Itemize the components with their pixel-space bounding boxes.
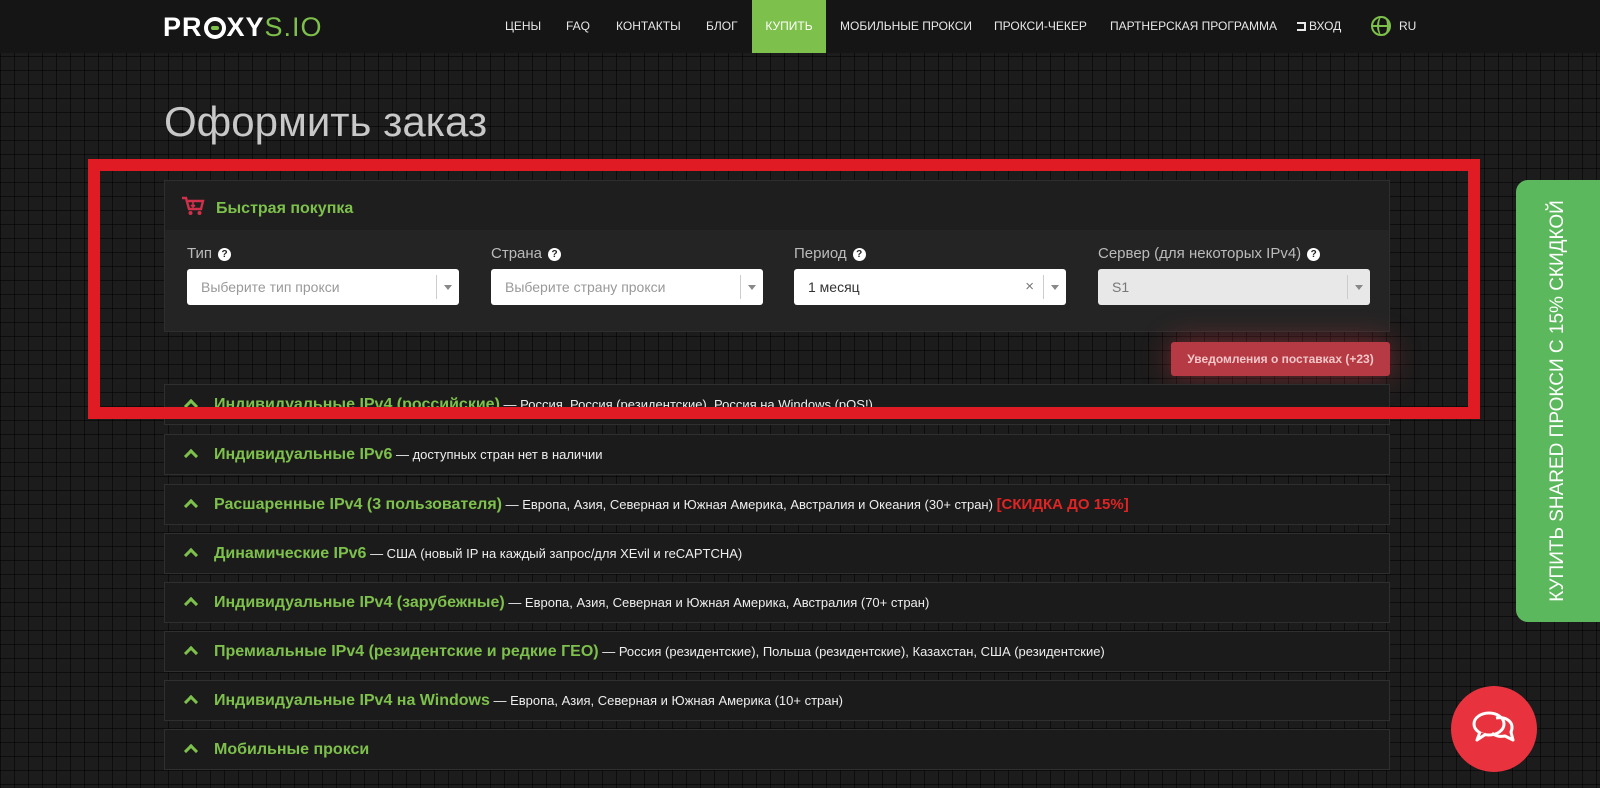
- logo-mask-icon: [203, 17, 226, 39]
- logo[interactable]: PR XY S.IO: [163, 12, 323, 42]
- category-title: Премиальные IPv4 (резидентские и редкие …: [214, 643, 599, 660]
- category-description: — доступных стран нет в наличии: [392, 447, 603, 462]
- nav-partner-program[interactable]: ПАРТНЕРСКАЯ ПРОГРАММА: [1110, 0, 1277, 53]
- chevron-up-icon: [183, 743, 199, 759]
- category-item[interactable]: Расшаренные IPv4 (3 пользователя) — Евро…: [164, 484, 1390, 525]
- highlight-frame: [88, 159, 1480, 419]
- logo-text-part2: XY: [226, 11, 265, 42]
- nav-faq[interactable]: FAQ: [566, 0, 590, 53]
- category-description: — Европа, Азия, Северная и Южная Америка…: [501, 497, 997, 512]
- category-line: Индивидуальные IPv4 (зарубежные) — Европ…: [214, 594, 929, 612]
- category-item[interactable]: Динамические IPv6 — США (новый IP на каж…: [164, 533, 1390, 574]
- discount-badge: [СКИДКА ДО 15%]: [996, 496, 1129, 513]
- chat-button[interactable]: [1451, 686, 1537, 772]
- globe-icon[interactable]: [1371, 16, 1391, 36]
- category-title: Расшаренные IPv4 (3 пользователя): [214, 496, 502, 513]
- category-line: Мобильные прокси: [214, 741, 369, 759]
- chevron-up-icon: [183, 547, 199, 563]
- logo-text-part3: S.IO: [264, 11, 323, 42]
- category-description: — Россия (резидентские), Польша (резиден…: [598, 644, 1105, 659]
- category-line: Расшаренные IPv4 (3 пользователя) — Евро…: [214, 496, 1129, 514]
- login-label: ВХОД: [1309, 19, 1342, 33]
- chevron-up-icon: [183, 596, 199, 612]
- logo-text-part1: PR: [163, 11, 203, 42]
- chat-icon: [1472, 711, 1515, 742]
- category-title: Мобильные прокси: [214, 741, 370, 758]
- category-item[interactable]: Индивидуальные IPv6 — доступных стран не…: [164, 434, 1390, 475]
- category-item[interactable]: Мобильные прокси: [164, 729, 1390, 770]
- chevron-up-icon: [183, 694, 199, 710]
- page-title: Оформить заказ: [164, 98, 488, 145]
- login-icon: [1297, 22, 1306, 31]
- category-item[interactable]: Премиальные IPv4 (резидентские и редкие …: [164, 631, 1390, 672]
- language-selector[interactable]: RU: [1399, 0, 1416, 53]
- category-line: Премиальные IPv4 (резидентские и редкие …: [214, 643, 1105, 661]
- side-tab-label: КУПИТЬ SHARED ПРОКСИ С 15% СКИДКОЙ: [1547, 200, 1568, 602]
- category-title: Индивидуальные IPv4 (зарубежные): [214, 594, 505, 611]
- category-item[interactable]: Индивидуальные IPv4 (зарубежные) — Европ…: [164, 582, 1390, 623]
- nav-mobile-proxy[interactable]: МОБИЛЬНЫЕ ПРОКСИ: [840, 0, 972, 53]
- category-title: Динамические IPv6: [214, 545, 367, 562]
- category-description: — Европа, Азия, Северная и Южная Америка…: [489, 693, 844, 708]
- chevron-up-icon: [183, 448, 199, 464]
- nav-prices[interactable]: ЦЕНЫ: [505, 0, 541, 53]
- site-header: PR XY S.IO ЦЕНЫ FAQ КОНТАКТЫ БЛОГ КУПИТЬ…: [0, 0, 1600, 53]
- nav-contacts[interactable]: КОНТАКТЫ: [616, 0, 681, 53]
- nav-proxy-checker[interactable]: ПРОКСИ-ЧЕКЕР: [994, 0, 1087, 53]
- chevron-up-icon: [183, 645, 199, 661]
- shared-proxy-discount-tab[interactable]: КУПИТЬ SHARED ПРОКСИ С 15% СКИДКОЙ: [1516, 180, 1600, 622]
- category-line: Индивидуальные IPv4 на Windows — Европа,…: [214, 692, 843, 710]
- nav-buy[interactable]: КУПИТЬ: [752, 0, 826, 53]
- category-title: Индивидуальные IPv4 на Windows: [214, 692, 490, 709]
- category-line: Динамические IPv6 — США (новый IP на каж…: [214, 545, 742, 563]
- category-title: Индивидуальные IPv6: [214, 446, 393, 463]
- category-item[interactable]: Индивидуальные IPv4 на Windows — Европа,…: [164, 680, 1390, 721]
- category-description: — США (новый IP на каждый запрос/для XEv…: [366, 546, 743, 561]
- nav-login[interactable]: ВХОД: [1297, 0, 1341, 53]
- nav-blog[interactable]: БЛОГ: [706, 0, 738, 53]
- category-description: — Европа, Азия, Северная и Южная Америка…: [504, 595, 930, 610]
- category-line: Индивидуальные IPv6 — доступных стран не…: [214, 446, 603, 464]
- chevron-up-icon: [183, 498, 199, 514]
